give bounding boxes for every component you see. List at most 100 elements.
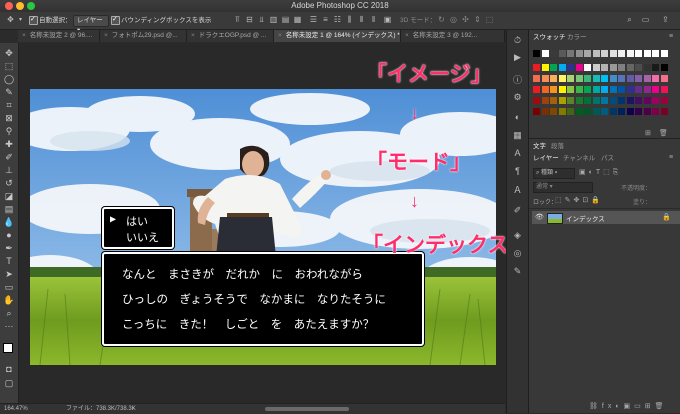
- close-tab-icon[interactable]: ×: [104, 30, 108, 42]
- pan-3d-icon[interactable]: ✣: [460, 15, 471, 25]
- screen-mode-icon[interactable]: ▢: [3, 377, 15, 389]
- color-swatch[interactable]: [618, 97, 625, 104]
- align-top-icon[interactable]: ⫪: [232, 15, 243, 25]
- color-swatch[interactable]: [550, 75, 557, 82]
- color-swatch[interactable]: [618, 108, 625, 115]
- foreground-color-swatch[interactable]: [3, 343, 13, 353]
- crop-tool-icon[interactable]: ⌗: [3, 99, 15, 111]
- color-swatch[interactable]: [567, 64, 574, 71]
- type-tool-icon[interactable]: T: [3, 255, 15, 267]
- document-tab[interactable]: × 名称未設定 2 @ 96....: [18, 30, 100, 42]
- layer-row[interactable]: 👁 インデックス 🔒: [532, 211, 680, 224]
- color-swatch[interactable]: [660, 75, 668, 82]
- new-swatch-icon[interactable]: ⊞: [645, 129, 651, 137]
- color-swatch[interactable]: [541, 75, 549, 82]
- color-swatch[interactable]: [618, 86, 625, 93]
- color-swatch[interactable]: [541, 64, 549, 71]
- blur-tool-icon[interactable]: 💧: [3, 216, 15, 228]
- color-swatch[interactable]: [660, 86, 668, 93]
- layer-name[interactable]: インデックス: [566, 213, 605, 223]
- color-swatch[interactable]: [635, 75, 642, 82]
- color-swatch[interactable]: [575, 64, 583, 71]
- auto-align-icon[interactable]: ▣: [382, 15, 393, 25]
- color-swatch[interactable]: [558, 108, 566, 115]
- layers-panel-icon[interactable]: ◈: [512, 230, 523, 241]
- slide-3d-icon[interactable]: ⇕: [472, 15, 483, 25]
- color-swatch[interactable]: [635, 97, 642, 104]
- color-swatch[interactable]: [618, 75, 625, 82]
- color-swatch[interactable]: [558, 64, 566, 71]
- color-swatch[interactable]: [558, 86, 566, 93]
- document-tab[interactable]: × ドラクエOGP.psd @ ...: [187, 30, 274, 42]
- color-swatch[interactable]: [533, 97, 540, 104]
- tab-channels[interactable]: チャンネル: [563, 154, 595, 164]
- paragraph-panel-icon[interactable]: ¶: [512, 166, 523, 177]
- choice-no[interactable]: いいえ: [126, 229, 159, 245]
- filter-icons[interactable]: ▣◐T⬚⎘: [579, 168, 621, 177]
- color-swatch[interactable]: [609, 97, 617, 104]
- close-tab-icon[interactable]: ×: [191, 30, 195, 42]
- color-swatch[interactable]: [601, 86, 608, 93]
- color-swatch[interactable]: [635, 64, 642, 71]
- color-swatch[interactable]: [575, 108, 583, 115]
- quick-mask-icon[interactable]: ◘: [3, 363, 15, 375]
- distribute-top-icon[interactable]: ☰: [308, 15, 319, 25]
- pen-tool-icon[interactable]: ✒: [3, 242, 15, 254]
- lock-icons[interactable]: ⬚✎✥⊡🔒: [555, 196, 603, 204]
- color-swatch[interactable]: [533, 50, 540, 57]
- history-brush-tool-icon[interactable]: ↺: [3, 177, 15, 189]
- color-swatch[interactable]: [626, 64, 634, 71]
- bbox-checkbox[interactable]: [111, 15, 120, 25]
- color-swatch[interactable]: [618, 64, 625, 71]
- color-swatch[interactable]: [567, 97, 574, 104]
- character-panel-icon[interactable]: A: [512, 148, 523, 159]
- color-swatch[interactable]: [592, 64, 600, 71]
- horizontal-scrollbar[interactable]: [265, 407, 349, 411]
- tab-color[interactable]: カラー: [567, 33, 587, 43]
- color-swatch[interactable]: [575, 86, 583, 93]
- color-swatch[interactable]: [601, 75, 608, 82]
- color-swatch[interactable]: [575, 97, 583, 104]
- color-swatch[interactable]: [541, 86, 549, 93]
- color-swatch[interactable]: [652, 97, 659, 104]
- color-swatch[interactable]: [584, 75, 591, 82]
- document-tab-active[interactable]: × 名称未設定 1 @ 164% (インデックス) *: [274, 30, 401, 42]
- search-icon[interactable]: ⌕: [624, 15, 635, 25]
- color-swatch[interactable]: [575, 50, 583, 57]
- properties-panel-icon[interactable]: ⚙: [512, 92, 523, 103]
- color-swatch[interactable]: [541, 97, 549, 104]
- tab-character[interactable]: 文字: [533, 142, 546, 152]
- adjustments-panel-icon[interactable]: ◐: [512, 112, 523, 123]
- color-swatch[interactable]: [609, 86, 617, 93]
- color-swatch[interactable]: [618, 50, 625, 57]
- document-tab[interactable]: × 名称未設定 3 @ 192...: [401, 30, 505, 42]
- more-tools-icon[interactable]: ···: [3, 320, 15, 332]
- brush-tool-icon[interactable]: ✐: [3, 151, 15, 163]
- color-swatch[interactable]: [533, 64, 540, 71]
- color-swatch[interactable]: [635, 50, 642, 57]
- color-swatch[interactable]: [643, 97, 651, 104]
- distribute-bottom-icon[interactable]: ☷: [332, 15, 343, 25]
- color-swatch[interactable]: [660, 64, 668, 71]
- color-swatch[interactable]: [609, 64, 617, 71]
- color-swatch[interactable]: [652, 75, 659, 82]
- color-swatch[interactable]: [567, 108, 574, 115]
- color-swatch[interactable]: [601, 97, 608, 104]
- color-swatch[interactable]: [609, 75, 617, 82]
- color-swatch[interactable]: [592, 108, 600, 115]
- color-swatch[interactable]: [558, 50, 566, 57]
- blend-mode-dropdown[interactable]: 通常 ▾: [533, 182, 593, 193]
- color-swatch[interactable]: [592, 50, 600, 57]
- frame-tool-icon[interactable]: ⊠: [3, 112, 15, 124]
- layer-select-dropdown[interactable]: レイヤー ▾: [73, 15, 109, 34]
- scale-3d-icon[interactable]: ⬚: [484, 15, 495, 25]
- actions-panel-icon[interactable]: ▶: [512, 52, 523, 63]
- filter-kind-dropdown[interactable]: ⌕ 種類 ▾: [533, 168, 575, 179]
- color-swatch[interactable]: [567, 75, 574, 82]
- swatch-grid[interactable]: [533, 50, 673, 130]
- color-swatch[interactable]: [533, 108, 540, 115]
- color-swatch[interactable]: [584, 50, 591, 57]
- color-swatch[interactable]: [652, 64, 659, 71]
- share-icon[interactable]: ⇪: [660, 15, 671, 25]
- color-swatch[interactable]: [601, 50, 608, 57]
